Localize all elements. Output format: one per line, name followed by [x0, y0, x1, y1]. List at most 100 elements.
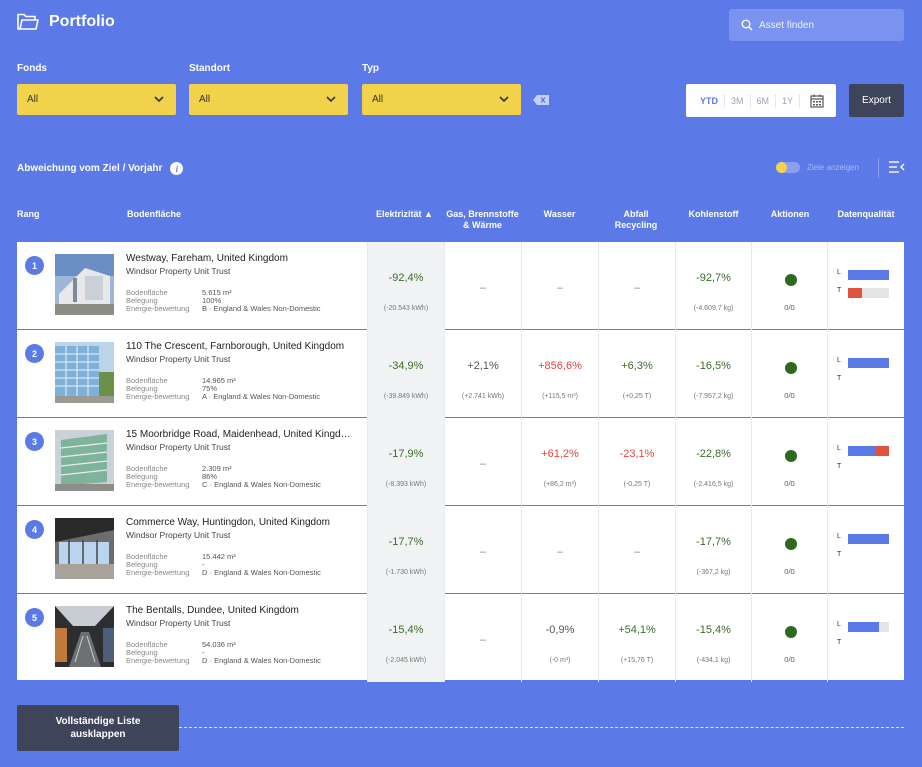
carbon-cell[interactable]: -15,4% (-434,1 kg)	[675, 594, 751, 682]
metric-delta: (+86,2 m³)	[543, 481, 577, 488]
period-ytd[interactable]: YTD	[694, 93, 725, 108]
metric-value: -22,8%	[696, 448, 731, 460]
period-3m[interactable]: 3M	[725, 93, 751, 108]
standort-select[interactable]: All	[189, 84, 348, 115]
asset-name[interactable]: The Bentalls, Dundee, United Kingdom	[126, 605, 351, 616]
asset-name[interactable]: Westway, Fareham, United Kingdom	[126, 253, 351, 264]
search-input[interactable]	[759, 19, 889, 31]
period-1y[interactable]: 1Y	[776, 93, 801, 108]
meta-label: Energie-bewertung	[126, 304, 190, 313]
col-aktionen: Aktionen	[770, 209, 810, 219]
water-cell[interactable]: –	[521, 506, 598, 594]
actions-cell[interactable]: 0/0	[751, 242, 827, 330]
waste-cell[interactable]: +6,3% (+0,25 T)	[598, 330, 675, 418]
carbon-cell[interactable]: -17,7% (-367,2 kg)	[675, 506, 751, 594]
waste-cell[interactable]: -23,1% (-0,25 T)	[598, 418, 675, 506]
rank-badge: 4	[25, 520, 44, 539]
typ-select[interactable]: All	[362, 84, 521, 115]
gas-cell[interactable]: –	[444, 242, 521, 330]
elec-cell[interactable]: -17,7% (-1.730 kWh)	[367, 506, 444, 594]
metric-delta: (-0,25 T)	[623, 481, 651, 488]
carbon-cell[interactable]: -22,8% (-2.416,5 kg)	[675, 418, 751, 506]
dq-bar-l	[848, 358, 889, 368]
carbon-cell[interactable]: -16,5% (-7.957,2 kg)	[675, 330, 751, 418]
water-cell[interactable]: –	[521, 242, 598, 330]
metric-delta: (+0,25 T)	[622, 393, 652, 400]
asset-thumbnail	[55, 518, 114, 579]
status-dot	[785, 362, 797, 374]
actions-cell[interactable]: 0/0	[751, 418, 827, 506]
meta-energy: A · England & Wales Non-Domestic	[202, 392, 321, 401]
col-abfall[interactable]: Abfall Recycling	[608, 209, 664, 231]
waste-cell[interactable]: –	[598, 506, 675, 594]
gas-cell[interactable]: –	[444, 418, 521, 506]
toggle-knob	[776, 162, 787, 173]
water-cell[interactable]: +61,2% (+86,2 m³)	[521, 418, 598, 506]
carbon-cell[interactable]: -92,7% (-4.609,7 kg)	[675, 242, 751, 330]
period-6m[interactable]: 6M	[751, 93, 777, 108]
metric-delta: (-7.957,2 kg)	[693, 393, 734, 400]
metric-value: -92,4%	[388, 272, 424, 284]
info-icon[interactable]: i	[170, 162, 184, 175]
metric-value: -15,4%	[696, 624, 731, 636]
metric-value: +6,3%	[621, 360, 653, 372]
asset-name[interactable]: Commerce Way, Huntingdon, United Kingdom	[126, 517, 351, 528]
fonds-select[interactable]: All	[17, 84, 176, 115]
rank-badge: 1	[25, 256, 44, 275]
col-elektrizitaet[interactable]: Elektrizität ▲	[368, 209, 441, 220]
collapse-columns-icon[interactable]	[889, 160, 905, 174]
expand-list-button[interactable]: Vollständige Liste ausklappen	[17, 705, 179, 751]
gas-cell[interactable]: +2,1% (+2.741 kWh)	[444, 330, 521, 418]
gas-cell[interactable]: –	[444, 594, 521, 682]
elec-cell[interactable]: -92,4% (-20.543 kWh)	[367, 242, 444, 330]
actions-count: 0/0	[784, 391, 795, 400]
metric-value: –	[479, 282, 487, 294]
section-heading: Abweichung vom Ziel / Vorjahr i	[17, 162, 184, 175]
asset-search[interactable]	[729, 9, 904, 41]
actions-count: 0/0	[784, 479, 795, 488]
actions-cell[interactable]: 0/0	[751, 506, 827, 594]
metric-value: -92,7%	[696, 272, 731, 284]
table-row[interactable]: 3 15 Moorbridge Road, Maidenhead, United…	[17, 418, 904, 506]
toggle-track[interactable]	[776, 162, 800, 173]
dq-bar-l	[848, 534, 889, 544]
meta-label: Energie-bewertung	[126, 392, 190, 401]
elec-cell[interactable]: -15,4% (-2.045 kWh)	[367, 594, 444, 682]
waste-cell[interactable]: +54,1% (+15,76 T)	[598, 594, 675, 682]
table-row[interactable]: 5 The Bentalls, Dundee, United Kingdom W…	[17, 594, 904, 682]
folder-icon	[17, 13, 39, 30]
data-quality-cell: L T	[827, 418, 904, 506]
metric-delta: (-367,2 kg)	[696, 569, 731, 576]
col-wasser[interactable]: Wasser	[521, 209, 598, 220]
calendar-icon[interactable]	[810, 94, 824, 108]
col-kohlenstoff[interactable]: Kohlenstoff	[675, 209, 752, 220]
asset-fund: Windsor Property Unit Trust	[126, 354, 231, 364]
export-button[interactable]: Export	[849, 84, 904, 117]
asset-name[interactable]: 110 The Crescent, Farnborough, United Ki…	[126, 341, 351, 352]
water-cell[interactable]: -0,9% (-0 m³)	[521, 594, 598, 682]
col-bodenflaeche[interactable]: Bodenfläche	[127, 209, 181, 220]
targets-toggle[interactable]: Ziele anzeigen	[776, 162, 859, 173]
gas-cell[interactable]: –	[444, 506, 521, 594]
dq-label-t: T	[837, 463, 842, 470]
meta-energy: D · England & Wales Non-Domestic	[202, 568, 321, 577]
col-gas[interactable]: Gas, Brennstoffe & Wärme	[444, 209, 521, 231]
clear-filters-icon[interactable]	[533, 95, 549, 105]
water-cell[interactable]: +856,6% (+115,5 m³)	[521, 330, 598, 418]
elec-cell[interactable]: -17,9% (-8.393 kWh)	[367, 418, 444, 506]
actions-count: 0/0	[784, 303, 795, 312]
table-row[interactable]: 4 Commerce Way, Huntingdon, United Kingd…	[17, 506, 904, 594]
section-title: Abweichung vom Ziel / Vorjahr	[17, 163, 163, 174]
asset-name[interactable]: 15 Moorbridge Road, Maidenhead, United K…	[126, 429, 351, 440]
asset-meta: Bodenfläche 15.442 m² Belegung - Energie-b…	[126, 553, 321, 577]
waste-cell[interactable]: –	[598, 242, 675, 330]
metric-value: +2,1%	[467, 360, 499, 372]
actions-cell[interactable]: 0/0	[751, 594, 827, 682]
table-row[interactable]: 2 110 The Crescent, Farnborough, United …	[17, 330, 904, 418]
asset-meta: Bodenfläche 2.309 m² Belegung 86% Energie-…	[126, 465, 321, 489]
actions-cell[interactable]: 0/0	[751, 330, 827, 418]
elec-cell[interactable]: -34,9% (-39.849 kWh)	[367, 330, 444, 418]
rank-badge: 5	[25, 608, 44, 627]
table-row[interactable]: 1 Westway, Fareham, United Kingdom Winds…	[17, 242, 904, 330]
page-header: Portfolio	[17, 13, 115, 31]
